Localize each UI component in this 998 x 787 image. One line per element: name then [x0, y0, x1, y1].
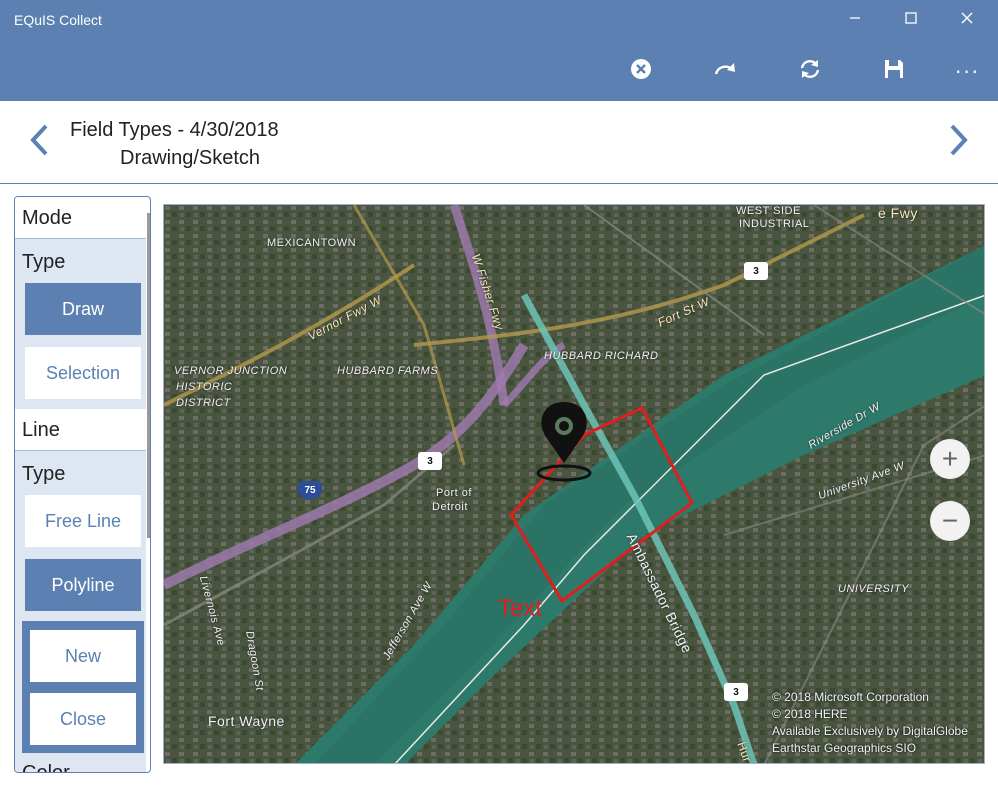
minimize-button[interactable] [832, 0, 878, 40]
map-label: Detroit [432, 501, 468, 513]
cancel-icon [630, 58, 652, 85]
save-button[interactable] [872, 50, 916, 92]
page-title: Field Types - 4/30/2018 [70, 119, 279, 141]
route-3-shield: 3 [418, 452, 442, 470]
command-bar: ··· [0, 42, 998, 101]
map-label: Port of [436, 487, 472, 499]
cancel-button[interactable] [619, 50, 663, 92]
redo-icon [713, 60, 737, 83]
drawn-text-annotation[interactable]: Text [498, 595, 542, 623]
line-heading: Line [15, 409, 146, 451]
redo-button[interactable] [703, 50, 747, 92]
draw-option[interactable]: Draw [25, 283, 141, 335]
map-label: HUBBARD FARMS [337, 365, 439, 377]
minus-icon: − [941, 505, 959, 536]
close-icon [961, 11, 973, 29]
map-attribution: © 2018 Microsoft Corporation © 2018 HERE… [772, 689, 968, 757]
polyline-option[interactable]: Polyline [25, 559, 141, 611]
previous-button[interactable] [24, 121, 54, 163]
sync-icon [798, 57, 822, 86]
chevron-right-icon [949, 123, 969, 162]
new-button[interactable]: New [30, 630, 136, 682]
page-header: Field Types - 4/30/2018 Drawing/Sketch [0, 101, 998, 184]
route-3-shield: 3 [744, 262, 768, 280]
map-label: HISTORIC [176, 381, 233, 393]
selection-option[interactable]: Selection [25, 347, 141, 399]
route-3-shield: 3 [724, 683, 748, 701]
shape-actions: New Close [22, 621, 144, 753]
close-shape-button[interactable]: Close [30, 693, 136, 745]
map-label: DISTRICT [176, 397, 231, 409]
maximize-icon [905, 11, 917, 29]
attribution-line: Earthstar Geographics SIO [772, 741, 917, 755]
save-icon [884, 59, 904, 84]
map-label: MEXICANTOWN [267, 237, 357, 249]
more-icon: ··· [954, 58, 980, 83]
minimize-icon [849, 11, 861, 29]
panel-scrollbar[interactable] [147, 213, 150, 538]
mode-heading: Mode [15, 197, 146, 239]
attribution-line: Available Exclusively by DigitalGlobe [772, 724, 968, 738]
map-label: INDUSTRIAL [739, 218, 810, 230]
page-subtitle: Drawing/Sketch [120, 147, 261, 169]
map-label: HUBBARD RICHARD [544, 350, 659, 362]
interstate-75-shield: 75 [298, 481, 322, 499]
maximize-button[interactable] [888, 0, 934, 40]
map-label: VERNOR JUNCTION [174, 365, 288, 377]
chevron-left-icon [29, 123, 49, 162]
zoom-in-button[interactable]: + [930, 439, 970, 479]
mode-type-label: Type [22, 251, 66, 273]
title-bar: EQuIS Collect [0, 0, 998, 42]
sync-button[interactable] [788, 50, 832, 92]
drawing-options-panel: Mode Type Draw Selection Line Type Free … [14, 196, 151, 773]
map-label: UNIVERSITY [838, 583, 910, 595]
map-label: WEST SIDE [736, 205, 801, 217]
map-label: Fort Wayne [208, 713, 285, 729]
attribution-line: © 2018 HERE [772, 707, 848, 721]
color-heading: Color [22, 762, 70, 773]
map-view[interactable]: MEXICANTOWN WEST SIDE INDUSTRIAL Vernor … [163, 204, 985, 764]
more-options-button[interactable]: ··· [945, 50, 989, 92]
next-button[interactable] [944, 121, 974, 163]
close-window-button[interactable] [944, 0, 990, 40]
line-type-label: Type [22, 463, 66, 485]
app-title: EQuIS Collect [14, 12, 102, 28]
map-label: e Fwy [878, 205, 918, 221]
plus-icon: + [941, 443, 959, 474]
zoom-out-button[interactable]: − [930, 501, 970, 541]
mode-type-section: Type Draw Selection [15, 239, 146, 409]
free-line-option[interactable]: Free Line [25, 495, 141, 547]
attribution-line: © 2018 Microsoft Corporation [772, 690, 929, 704]
